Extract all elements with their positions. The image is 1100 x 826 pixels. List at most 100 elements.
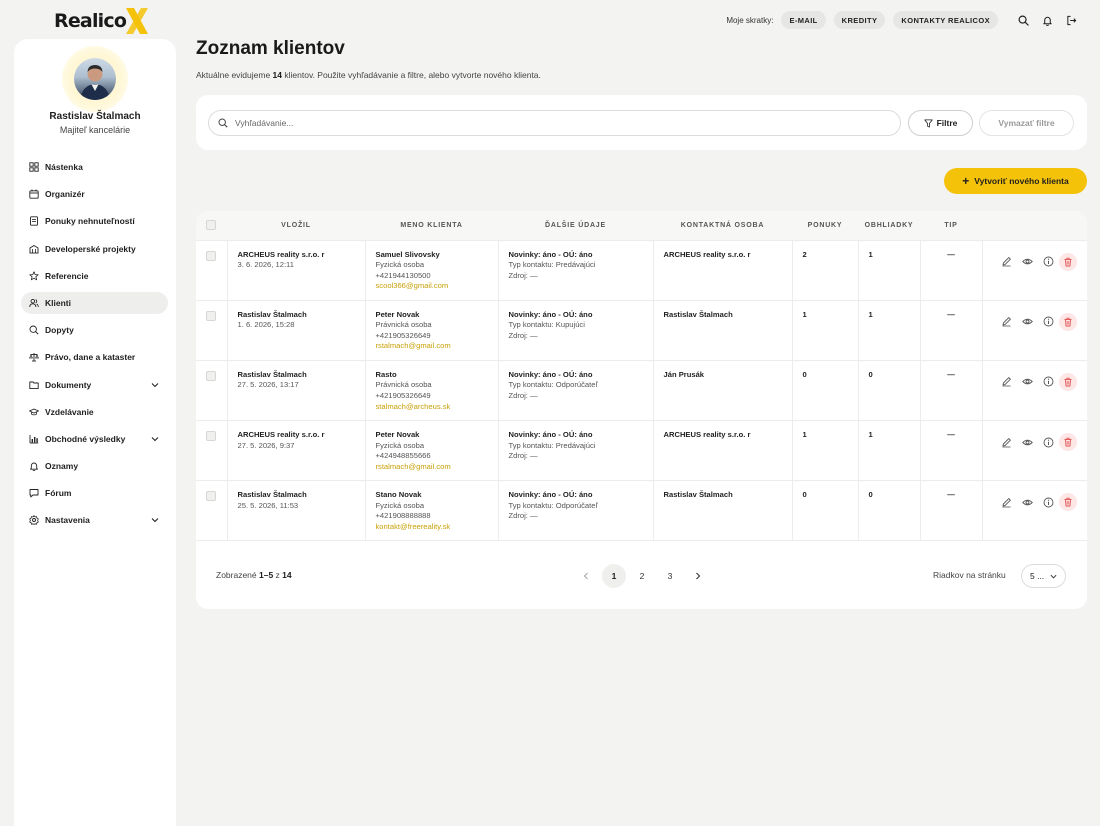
row-checkbox[interactable] [206,310,216,321]
client-name[interactable]: Samuel Slivovsky [376,250,498,261]
edit-icon[interactable] [1000,496,1012,508]
row-checkbox[interactable] [206,370,216,381]
sidebar-item-organizer[interactable]: Organizér [21,183,168,205]
client-name[interactable]: Rasto [376,370,498,381]
shortcut-contacts-chip[interactable]: KONTAKTY REALICOX [893,11,998,29]
page-button-1[interactable]: 1 [602,564,626,588]
col-header-ponuky[interactable]: PONUKY [792,211,858,241]
page-button-2[interactable]: 2 [630,564,654,588]
row-checkbox[interactable] [206,491,216,502]
chevron-down-icon[interactable] [151,381,159,389]
chevron-down-icon[interactable] [151,516,159,524]
clear-filters-button[interactable]: Vymazať filtre [979,110,1074,136]
sidebar-item-forum[interactable]: Fórum [21,482,168,504]
sidebar-item-pravo[interactable]: Právo, dane a kataster [21,346,168,368]
vlozil-name: Rastislav Štalmach [237,369,307,379]
edit-icon[interactable] [1000,436,1012,448]
sidebar-item-dokumenty[interactable]: Dokumenty [21,374,168,396]
edit-icon[interactable] [1000,256,1012,268]
col-header-obhliadky[interactable]: OBHLIADKY [858,211,920,241]
shortcut-credits-chip[interactable]: KREDITY [833,11,886,29]
search-field[interactable] [208,110,901,136]
client-email-link[interactable]: rstalmach@gmail.com [376,341,498,352]
client-email-link[interactable]: scool366@gmail.com [376,281,498,292]
sidebar-item-ponuky[interactable]: Ponuky nehnuteľností [21,210,168,232]
user-name: Rastislav Štalmach [49,111,141,122]
select-all-cell [196,211,227,241]
row-checkbox[interactable] [206,431,216,442]
client-name[interactable]: Peter Novak [376,430,498,441]
sidebar-item-obchodne-vysledky[interactable]: Obchodné výsledky [21,428,168,450]
pagination: 1 2 3 [574,564,714,588]
col-header-dalsie-udaje[interactable]: ĎALŠIE ÚDAJE [498,211,653,241]
trash-icon[interactable] [1059,493,1077,512]
trash-icon[interactable] [1059,252,1077,271]
cell-actions [982,421,1087,481]
sidebar-item-label: Ponuky nehnuteľností [45,216,135,227]
select-all-checkbox[interactable] [206,220,216,231]
chat-icon [29,488,39,498]
avatar[interactable] [74,58,116,100]
eye-icon[interactable] [1021,316,1033,328]
info-icon[interactable] [1042,436,1054,448]
table-row[interactable]: ARCHEUS reality s.r.o. r 27. 5. 2026, 9:3… [196,420,1087,481]
bell-icon[interactable] [1040,13,1054,27]
page-button-3[interactable]: 3 [658,564,682,588]
table-row[interactable]: Rastislav Štalmach 1. 6. 2026, 15:28 Peter… [196,300,1087,361]
client-email-link[interactable]: stalmach@archeus.sk [376,402,498,413]
sidebar-item-dopyty[interactable]: Dopyty [21,319,168,341]
client-email-link[interactable]: kontakt@freereality.sk [376,522,498,533]
realicox-logo[interactable]: Realico [54,6,150,36]
info-icon[interactable] [1042,316,1054,328]
shortcut-email-chip[interactable]: E-MAIL [781,11,826,29]
sidebar-item-nastavenia[interactable]: Nastavenia [21,509,168,531]
cell-tip: — [920,240,983,301]
trash-icon[interactable] [1059,433,1077,452]
trash-icon[interactable] [1059,312,1077,331]
sidebar-item-referencie[interactable]: Referencie [21,265,168,287]
search-icon[interactable] [1016,13,1030,27]
sidebar-item-oznamy[interactable]: Oznamy [21,455,168,477]
next-page-button[interactable] [686,564,710,588]
rows-per-page-select[interactable]: 5 ... [1021,564,1066,588]
create-client-button[interactable]: + Vytvoriť nového klienta [944,168,1087,194]
info-icon[interactable] [1042,376,1054,388]
sidebar-item-nastenka[interactable]: Nástenka [21,156,168,178]
info-news: Novinky: áno - OÚ: áno [508,309,593,319]
col-header-tip[interactable]: TIP [920,211,982,241]
shortcuts-label: Moje skratky: [726,15,774,25]
eye-icon[interactable] [1021,496,1033,508]
trash-icon[interactable] [1059,372,1077,391]
col-header-kontaktna-osoba[interactable]: KONTAKTNÁ OSOBA [653,211,792,241]
row-actions [983,493,1088,512]
edit-icon[interactable] [1000,316,1012,328]
table-row[interactable]: Rastislav Štalmach 25. 5. 2026, 11:53 Stan… [196,480,1088,541]
eye-icon[interactable] [1021,436,1033,448]
shown-range: 1–5 [259,570,274,580]
sidebar-item-vzdelavanie[interactable]: Vzdelávanie [21,401,168,423]
edit-icon[interactable] [1000,376,1012,388]
eye-icon[interactable] [1021,376,1033,388]
prev-page-button[interactable] [574,564,598,588]
logout-icon[interactable] [1064,13,1078,27]
eye-icon[interactable] [1021,256,1033,268]
info-icon[interactable] [1042,496,1054,508]
sidebar-item-developerske-projekty[interactable]: Developerské projekty [21,238,168,260]
client-name[interactable]: Stano Novak [376,490,498,501]
contact-person: Ján Prusák [663,369,705,379]
row-checkbox[interactable] [206,250,216,261]
filter-button[interactable]: Filtre [908,110,973,136]
search-input[interactable] [235,118,875,128]
info-icon[interactable] [1042,256,1054,268]
cell-vlozil: ARCHEUS reality s.r.o. r 27. 5. 2026, 9:3… [227,420,366,481]
table-row[interactable]: Rastislav Štalmach 27. 5. 2026, 13:17 Rast… [196,360,1087,421]
client-name[interactable]: Peter Novak [376,310,498,321]
col-header-vlozil[interactable]: VLOŽIL [227,211,365,241]
cell-client: Stano Novak Fyzická osoba +421908888888 kon… [365,480,499,541]
col-header-meno-klienta[interactable]: MENO KLIENTA [365,211,498,241]
table-row[interactable]: ARCHEUS reality s.r.o. r 3. 6. 2026, 12:1… [196,240,1087,301]
sidebar-item-klienti[interactable]: Klienti [21,291,168,314]
client-email-link[interactable]: rstalmach@gmail.com [376,462,498,473]
plus-icon: + [962,174,970,188]
chevron-down-icon[interactable] [151,435,159,443]
